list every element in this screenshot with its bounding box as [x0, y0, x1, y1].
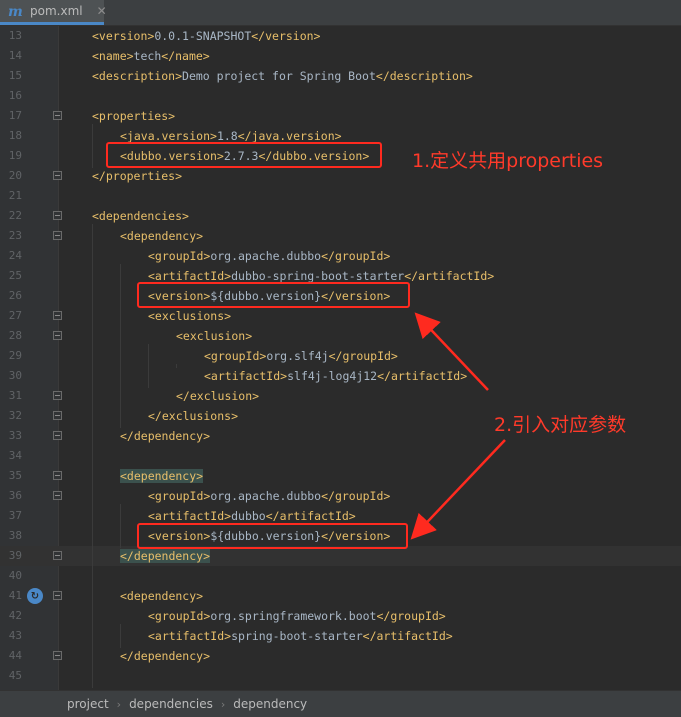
close-icon[interactable]: ✕	[97, 4, 107, 18]
tab-pom-xml[interactable]: m pom.xml ✕	[0, 0, 107, 25]
tab-label: pom.xml	[30, 4, 83, 18]
breadcrumb-dependency[interactable]: dependency	[233, 697, 307, 711]
svg-text:m: m	[8, 5, 23, 17]
chevron-right-icon: ›	[220, 697, 226, 711]
arrow-up	[414, 312, 489, 391]
editor-tab-bar: m pom.xml ✕	[0, 0, 681, 26]
breadcrumb-dependencies[interactable]: dependencies	[129, 697, 213, 711]
breadcrumb-project[interactable]: project	[67, 697, 109, 711]
annotation-arrows	[410, 312, 506, 540]
arrow-down	[410, 439, 506, 540]
maven-m-icon: m	[8, 4, 26, 18]
chevron-right-icon: ›	[116, 697, 122, 711]
code-editor[interactable]: 13 <version>0.0.1-SNAPSHOT</version> 14 <na…	[0, 26, 681, 690]
breadcrumb: project › dependencies › dependency	[0, 690, 681, 717]
